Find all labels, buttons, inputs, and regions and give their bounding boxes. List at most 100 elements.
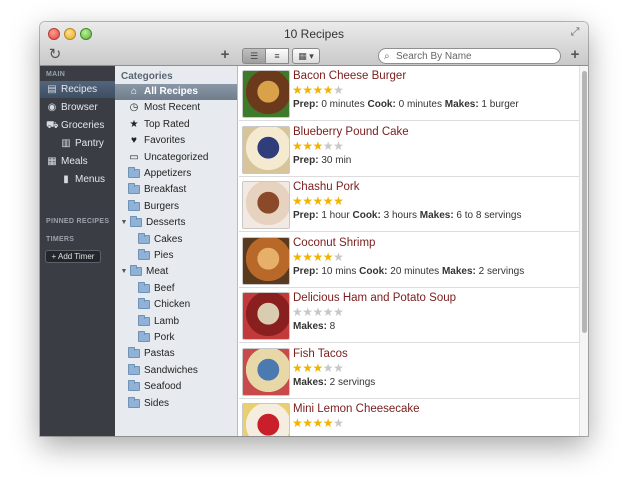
recipe-name[interactable]: Chashu Pork bbox=[293, 181, 359, 193]
category-burgers[interactable]: Burgers bbox=[115, 199, 237, 215]
category-label: Appetizers bbox=[144, 168, 192, 179]
meta-key: Makes: bbox=[444, 99, 479, 110]
category-label: Pies bbox=[154, 250, 174, 261]
timers-header: TIMERS bbox=[46, 236, 75, 243]
meta-key: Cook: bbox=[352, 210, 381, 221]
category-pork[interactable]: Pork bbox=[115, 330, 237, 346]
view-list-button[interactable]: ☰ bbox=[242, 48, 266, 64]
recipe-thumbnail bbox=[242, 347, 290, 396]
star-icon: ★ bbox=[312, 416, 324, 430]
rating-stars[interactable]: ★★★★★ bbox=[292, 360, 344, 375]
disclosure-triangle-icon[interactable]: ▼ bbox=[120, 215, 128, 231]
category-lamb[interactable]: Lamb bbox=[115, 314, 237, 330]
fullscreen-icon[interactable]: ⤢ bbox=[569, 26, 581, 38]
star-icon: ★ bbox=[302, 360, 313, 375]
recipe-row[interactable]: Blueberry Pound Cake ★★★★★ Prep: 30 min bbox=[239, 122, 579, 177]
folder-icon bbox=[138, 314, 150, 326]
sidebar-item-recipes[interactable]: ▤ Recipes bbox=[40, 81, 115, 98]
browser-icon: ◉ bbox=[47, 102, 57, 113]
titlebar: 10 Recipes ⤢ ↻ + ☰ ≡ ▦ ▾ ⌕ + bbox=[40, 22, 588, 66]
rating-stars[interactable]: ★★★★★ bbox=[292, 194, 344, 208]
category-desserts[interactable]: ▼ Desserts bbox=[115, 215, 237, 231]
sidebar-item-menus[interactable]: ▮ Menus bbox=[40, 171, 115, 188]
sidebar-item-browser[interactable]: ◉ Browser bbox=[40, 99, 115, 116]
folder-icon bbox=[128, 363, 140, 375]
meta-key: Prep: bbox=[293, 210, 319, 221]
category-seafood[interactable]: Seafood bbox=[115, 379, 237, 395]
category-label: Desserts bbox=[146, 217, 186, 229]
search-input[interactable] bbox=[396, 50, 556, 63]
star-icon: ★ bbox=[312, 360, 324, 375]
recipe-meta: Prep: 1 hour Cook: 3 hours Makes: 6 to 8… bbox=[293, 210, 521, 221]
category-beef[interactable]: Beef bbox=[115, 281, 237, 297]
view-rows-button[interactable]: ≡ bbox=[265, 48, 289, 64]
rating-stars[interactable]: ★★★★★ bbox=[292, 249, 344, 264]
recipe-name[interactable]: Fish Tacos bbox=[293, 348, 348, 360]
category-most-recent[interactable]: ◷ Most Recent bbox=[115, 100, 237, 116]
folder-icon bbox=[128, 396, 140, 408]
folder-icon bbox=[138, 298, 150, 310]
category-all-recipes[interactable]: ⌂ All Recipes bbox=[115, 84, 237, 100]
category-label: Sides bbox=[144, 397, 170, 409]
recipe-name[interactable]: Delicious Ham and Potato Soup bbox=[293, 292, 456, 304]
category-appetizers[interactable]: Appetizers bbox=[115, 166, 237, 182]
category-cakes[interactable]: Cakes bbox=[115, 232, 237, 248]
rating-stars[interactable]: ★★★★★ bbox=[292, 83, 344, 97]
folder-icon bbox=[130, 265, 142, 277]
category-label: Chicken bbox=[154, 299, 191, 311]
meta-key: Cook: bbox=[359, 265, 388, 277]
scroll-thumb[interactable] bbox=[582, 71, 587, 333]
category-favorites[interactable]: ♥ Favorites bbox=[115, 133, 237, 149]
add-icon[interactable]: + bbox=[568, 47, 582, 63]
sidebar-item-meals[interactable]: ▦ Meals bbox=[40, 153, 115, 170]
category-sandwiches[interactable]: Sandwiches bbox=[115, 363, 237, 379]
category-pastas[interactable]: Pastas bbox=[115, 346, 237, 362]
disclosure-triangle-icon[interactable]: ▼ bbox=[120, 264, 128, 280]
category-label: Meat bbox=[146, 266, 169, 278]
category-pies[interactable]: Pies bbox=[115, 248, 237, 264]
menus-icon: ▮ bbox=[63, 174, 69, 185]
recipe-row[interactable]: Coconut Shrimp ★★★★★ Prep: 10 mins Cook: 2… bbox=[239, 233, 579, 288]
meta-key: Makes: bbox=[441, 265, 476, 277]
recipe-name[interactable]: Mini Lemon Cheesecake bbox=[293, 403, 420, 415]
category-chicken[interactable]: Chicken bbox=[115, 297, 237, 313]
category-uncategorized[interactable]: ▭ Uncategorized bbox=[115, 150, 237, 166]
star-icon: ★ bbox=[302, 249, 313, 264]
rating-stars[interactable]: ★★★★★ bbox=[292, 140, 344, 152]
folder-icon bbox=[128, 199, 140, 211]
category-sides[interactable]: Sides bbox=[115, 396, 237, 412]
star-icon: ★ bbox=[322, 249, 334, 264]
category-meat[interactable]: ▼ Meat bbox=[115, 264, 237, 280]
sidebar-item-label: Menus bbox=[75, 174, 106, 185]
add-recipe-button[interactable]: + bbox=[218, 47, 232, 63]
category-breakfast[interactable]: Breakfast bbox=[115, 182, 237, 198]
star-icon: ★ bbox=[302, 83, 313, 97]
recipe-row[interactable]: Fish Tacos ★★★★★ Makes: 2 servings bbox=[239, 344, 579, 399]
star-icon: ★ bbox=[333, 249, 344, 264]
recipe-name[interactable]: Coconut Shrimp bbox=[293, 237, 375, 249]
star-icon: ★ bbox=[312, 194, 324, 208]
star-icon: ★ bbox=[292, 194, 303, 208]
search-box[interactable]: ⌕ bbox=[378, 48, 561, 64]
groceries-icon: ⛟ bbox=[46, 120, 59, 131]
recipe-row[interactable]: Chashu Pork ★★★★★ Prep: 1 hour Cook: 3 hou… bbox=[239, 177, 579, 232]
recipe-row[interactable]: Mini Lemon Cheesecake ★★★★★ bbox=[239, 399, 579, 436]
recipe-row[interactable]: Bacon Cheese Burger ★★★★★ Prep: 0 minutes … bbox=[239, 66, 579, 121]
meta-key: Prep: bbox=[293, 99, 319, 110]
add-timer-button[interactable]: + Add Timer bbox=[45, 250, 101, 263]
recipe-name[interactable]: Bacon Cheese Burger bbox=[293, 70, 406, 82]
rating-stars[interactable]: ★★★★★ bbox=[292, 416, 344, 430]
category-label: Pork bbox=[154, 332, 175, 343]
view-grid-menu[interactable]: ▦ ▾ bbox=[292, 48, 320, 64]
sidebar-item-pantry[interactable]: ▥ Pantry bbox=[40, 135, 115, 152]
refresh-icon[interactable]: ↻ bbox=[47, 47, 63, 63]
meta-value: 30 min bbox=[318, 154, 352, 166]
most-recent-icon: ◷ bbox=[129, 102, 139, 114]
recipe-row[interactable]: Delicious Ham and Potato Soup ★★★★★ Makes:… bbox=[239, 288, 579, 343]
star-icon: ★ bbox=[312, 83, 324, 97]
scrollbar[interactable] bbox=[579, 66, 588, 436]
rating-stars[interactable]: ★★★★★ bbox=[292, 306, 344, 318]
recipe-name[interactable]: Blueberry Pound Cake bbox=[293, 126, 409, 138]
sidebar-item-groceries[interactable]: ⛟ Groceries bbox=[40, 117, 115, 134]
category-top-rated[interactable]: ★ Top Rated bbox=[115, 117, 237, 133]
